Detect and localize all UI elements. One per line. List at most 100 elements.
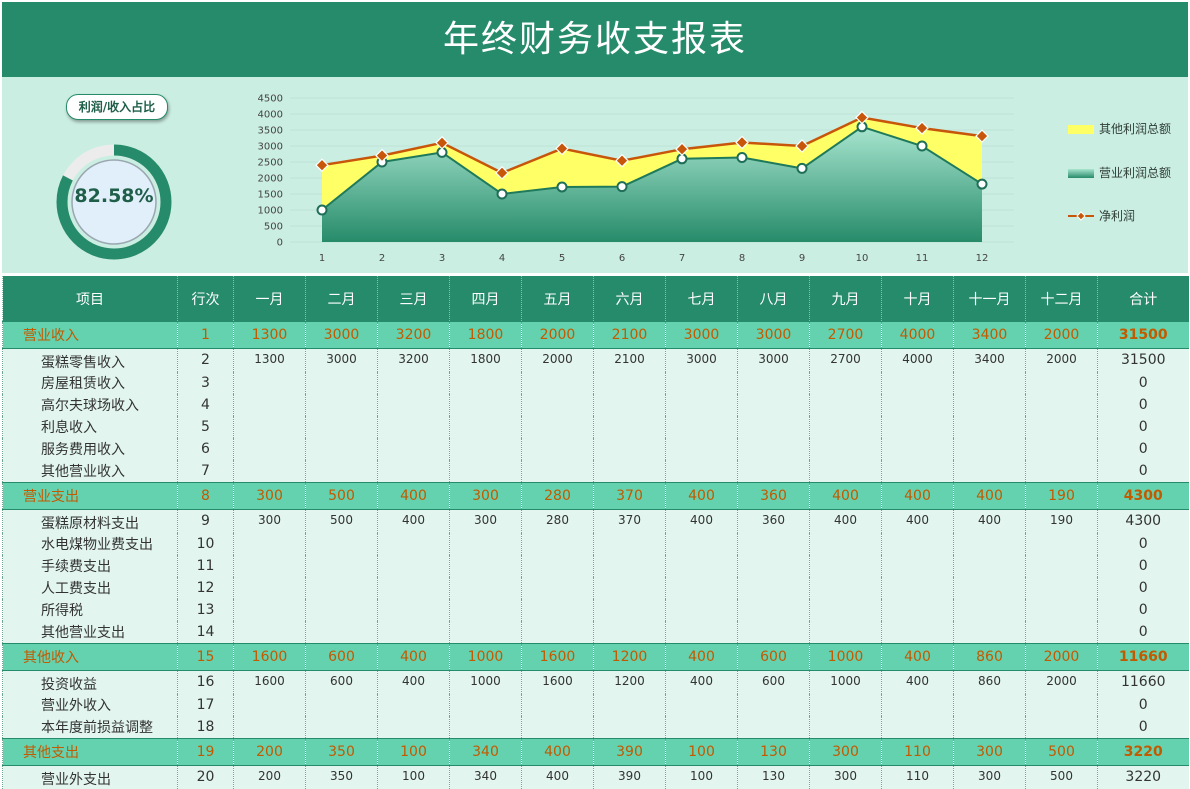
row-number: 9 [178, 510, 234, 534]
column-header: 九月 [810, 276, 882, 322]
column-header: 四月 [450, 276, 522, 322]
item-row: 水电煤物业费支出100 [3, 533, 1189, 555]
month-value [666, 716, 738, 739]
column-header: 合计 [1098, 276, 1189, 322]
month-value [954, 416, 1026, 438]
month-value [882, 372, 954, 394]
month-value: 130 [738, 739, 810, 766]
month-value [666, 694, 738, 716]
month-value: 500 [1026, 739, 1098, 766]
column-header: 八月 [738, 276, 810, 322]
month-value: 110 [882, 739, 954, 766]
column-header: 三月 [378, 276, 450, 322]
month-value: 3000 [666, 322, 738, 349]
month-value [450, 438, 522, 460]
row-number: 11 [178, 555, 234, 577]
month-value [882, 621, 954, 644]
month-value [738, 394, 810, 416]
month-value: 280 [522, 510, 594, 534]
month-value [306, 438, 378, 460]
month-value [306, 460, 378, 483]
category-label: 其他收入 [3, 644, 178, 671]
month-value [522, 599, 594, 621]
month-value: 860 [954, 644, 1026, 671]
month-value: 190 [1026, 510, 1098, 534]
item-label: 营业外支出 [3, 766, 178, 789]
row-number: 4 [178, 394, 234, 416]
row-number: 16 [178, 671, 234, 695]
row-number: 7 [178, 460, 234, 483]
item-label: 本年度前损益调整 [3, 716, 178, 739]
legend-label: 其他利润总额 [1099, 121, 1171, 137]
month-value [234, 372, 306, 394]
month-value [450, 533, 522, 555]
category-row: 其他支出192003501003404003901001303001103005… [3, 739, 1189, 766]
month-value: 2700 [810, 322, 882, 349]
month-value [666, 533, 738, 555]
month-value [234, 394, 306, 416]
month-value: 2100 [594, 322, 666, 349]
month-value [378, 394, 450, 416]
month-value: 300 [234, 483, 306, 510]
month-value [738, 555, 810, 577]
month-value [882, 394, 954, 416]
item-row: 营业外收入170 [3, 694, 1189, 716]
category-label: 营业支出 [3, 483, 178, 510]
finance-report-table: 项目行次一月二月三月四月五月六月七月八月九月十月十一月十二月合计 营业收入113… [2, 276, 1189, 789]
month-value [882, 577, 954, 599]
month-value [522, 694, 594, 716]
ratio-value: 82.58% [54, 185, 174, 207]
dashboard-panel: 利润/收入占比 82.58% 0500100015002000250030003… [2, 77, 1188, 273]
month-value: 3000 [306, 349, 378, 373]
total-value: 31500 [1098, 322, 1189, 349]
y-tick-label: 0 [277, 238, 283, 249]
category-label: 营业收入 [3, 322, 178, 349]
month-value [954, 372, 1026, 394]
month-value: 600 [738, 671, 810, 695]
month-value: 3000 [738, 349, 810, 373]
month-value [882, 599, 954, 621]
row-number: 10 [178, 533, 234, 555]
month-value [810, 394, 882, 416]
x-axis-ticks: 123456789101112 [319, 253, 989, 264]
month-value [450, 372, 522, 394]
month-value [666, 416, 738, 438]
column-header: 七月 [666, 276, 738, 322]
month-value: 400 [666, 510, 738, 534]
month-value: 400 [378, 644, 450, 671]
column-header: 二月 [306, 276, 378, 322]
month-value: 2100 [594, 349, 666, 373]
total-value: 0 [1098, 416, 1189, 438]
month-value [594, 533, 666, 555]
month-value [810, 416, 882, 438]
row-number: 6 [178, 438, 234, 460]
month-value: 100 [378, 739, 450, 766]
month-value [954, 533, 1026, 555]
month-value: 1800 [450, 349, 522, 373]
month-value [522, 416, 594, 438]
month-value: 2000 [1026, 322, 1098, 349]
y-axis-ticks: 050010001500200025003000350040004500 [258, 94, 283, 249]
month-value [378, 716, 450, 739]
month-value [666, 555, 738, 577]
page-title: 年终财务收支报表 [2, 2, 1188, 77]
y-tick-label: 500 [264, 222, 283, 233]
month-value: 2000 [522, 322, 594, 349]
month-value: 1000 [810, 671, 882, 695]
total-value: 3220 [1098, 739, 1189, 766]
month-value: 3200 [378, 349, 450, 373]
month-value: 1300 [234, 349, 306, 373]
item-row: 所得税130 [3, 599, 1189, 621]
month-value: 390 [594, 739, 666, 766]
month-value [522, 533, 594, 555]
row-number: 12 [178, 577, 234, 599]
month-value [954, 621, 1026, 644]
month-value [954, 716, 1026, 739]
month-value: 400 [378, 510, 450, 534]
month-value [666, 621, 738, 644]
column-header: 五月 [522, 276, 594, 322]
month-value: 600 [306, 644, 378, 671]
month-value [306, 694, 378, 716]
month-value [594, 460, 666, 483]
x-tick-label: 4 [499, 253, 505, 264]
